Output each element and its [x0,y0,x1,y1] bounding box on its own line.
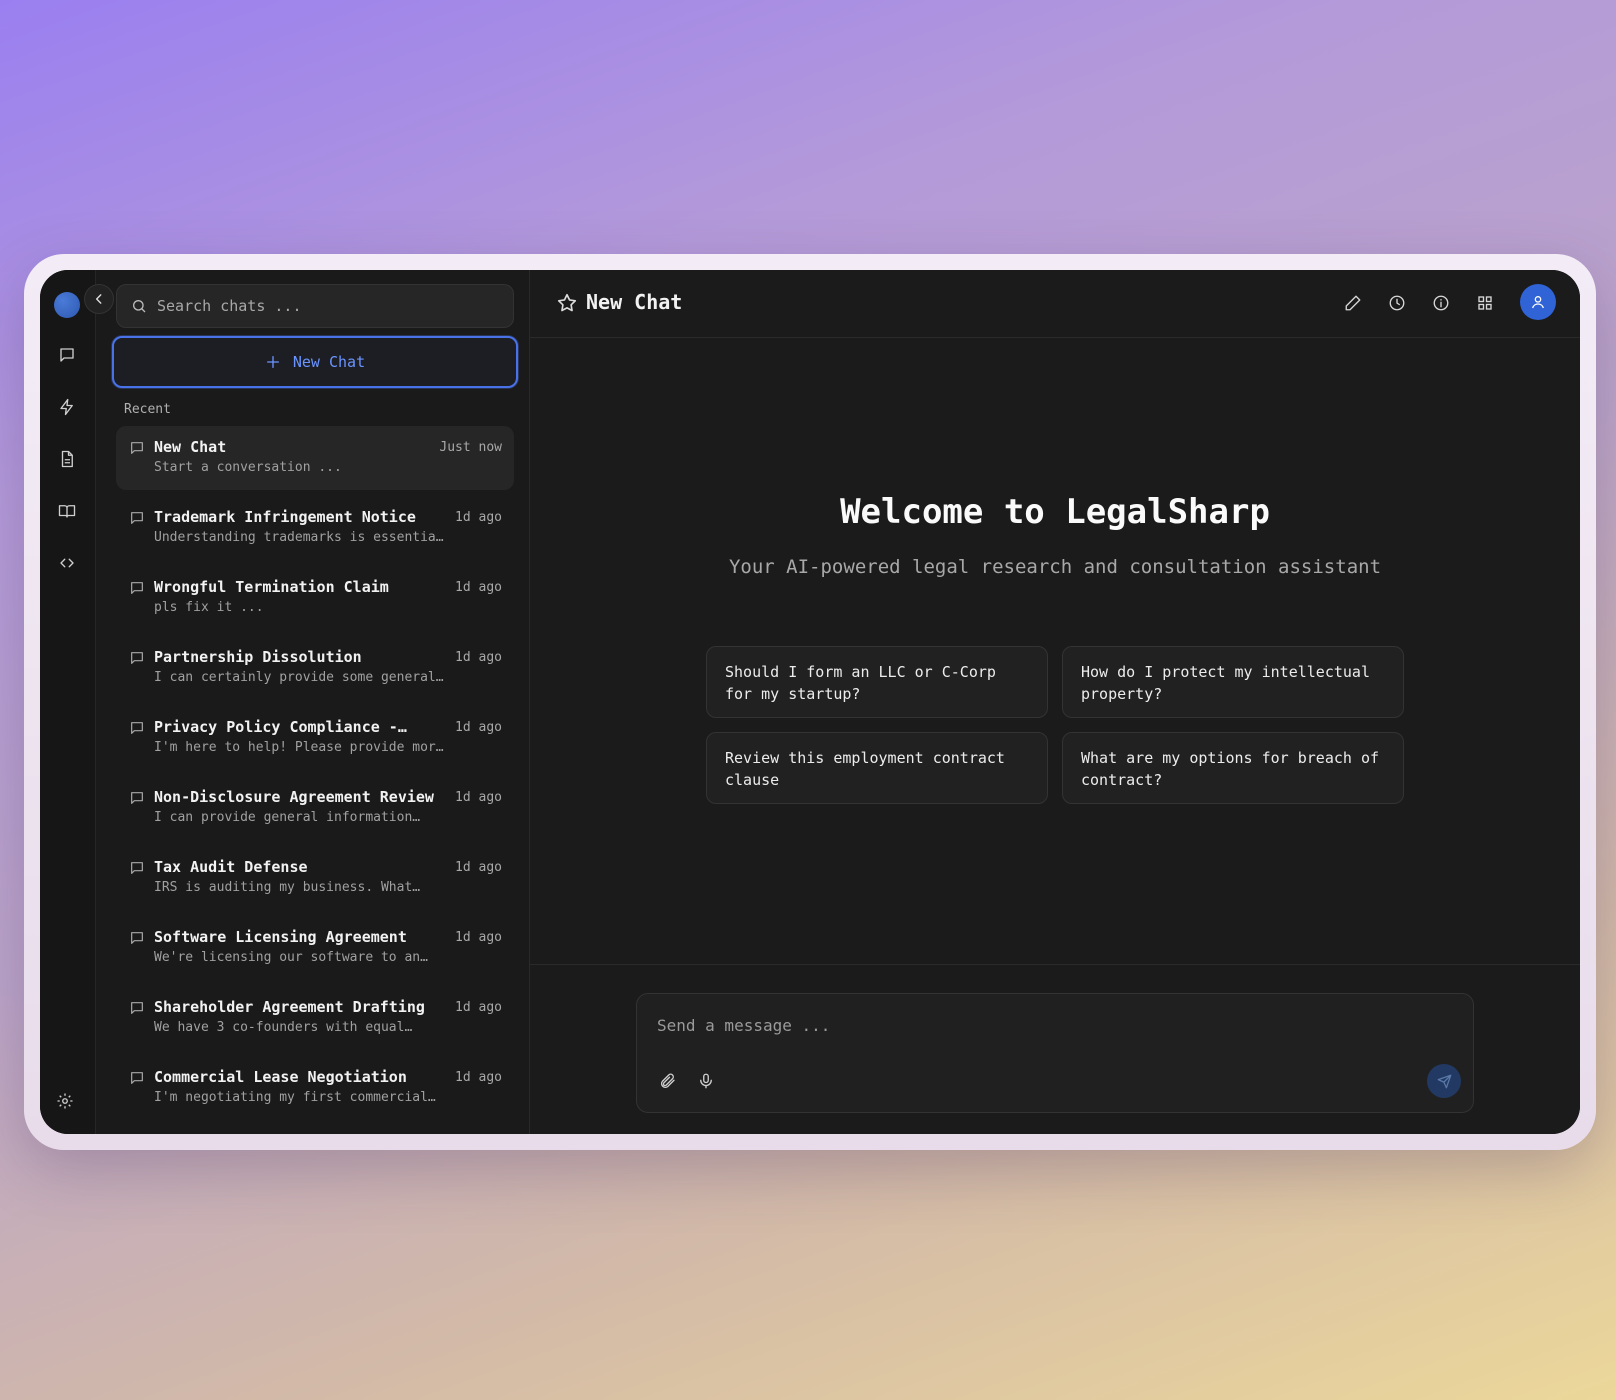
chat-sidebar: New Chat Recent New Chat Start a conversa… [84,270,530,1134]
send-button[interactable] [1427,1064,1461,1098]
chat-preview: I'm negotiating my first commercial… [154,1090,436,1105]
chat-title: Non-Disclosure Agreement Review [154,788,434,806]
grid-icon[interactable] [1474,292,1496,314]
chat-list-item[interactable]: New Chat Start a conversation ... Just now [116,426,514,490]
send-icon [1437,1074,1451,1088]
chat-bubble-icon [131,582,143,594]
new-chat-button[interactable]: New Chat [112,336,518,388]
chat-timestamp: 1d ago [455,1000,502,1015]
chevron-left-icon [95,294,102,304]
suggestion-card[interactable]: How do I protect my intellectual propert… [1062,646,1404,718]
chat-timestamp: 1d ago [455,580,502,595]
chat-bubble-icon [131,932,143,944]
app-window: New Chat Recent New Chat Start a conversa… [40,270,1580,1134]
suggestion-card[interactable]: What are my options for breach of contra… [1062,732,1404,804]
chat-preview: I can provide general information… [154,810,421,825]
chat-list-item[interactable]: Privacy Policy Compliance -… I'm here to … [116,706,514,770]
search-input[interactable] [157,297,497,315]
welcome-tagline: Your AI-powered legal research and consu… [728,556,1382,578]
top-bar: New Chat [530,270,1580,338]
chat-title: Partnership Dissolution [154,648,362,666]
chat-bubble-icon [131,722,143,734]
chat-list-item[interactable]: Commercial Lease Negotiation I'm negotiat… [116,1056,514,1120]
chat-list-item[interactable]: Software Licensing Agreement We're licens… [116,916,514,980]
chat-list-item[interactable]: Tax Audit Defense IRS is auditing my busi… [116,846,514,910]
chat-icon[interactable] [56,344,78,366]
chat-title: Commercial Lease Negotiation [154,1068,407,1086]
chat-timestamp: 1d ago [455,930,502,945]
clock-icon[interactable] [1386,292,1408,314]
chat-timestamp: 1d ago [455,790,502,805]
pencil-icon[interactable] [1342,292,1364,314]
chat-list-item[interactable]: Partnership Dissolution I can certainly p… [116,636,514,700]
microphone-icon[interactable] [695,1070,717,1092]
chat-preview: We're licensing our software to an… [154,950,428,965]
chat-bubble-icon [131,1072,143,1084]
chat-title: Software Licensing Agreement [154,928,407,946]
chat-timestamp: 1d ago [455,650,502,665]
collapse-sidebar-button[interactable] [84,284,114,314]
chat-title: Privacy Policy Compliance -… [154,718,407,736]
book-icon[interactable] [56,500,78,522]
chat-bubble-icon [131,442,143,454]
chat-list: New Chat Start a conversation ... Just now… [116,426,514,1126]
chat-bubble-icon [131,1002,143,1014]
chat-bubble-icon [131,792,143,804]
suggestion-grid: Should I form an LLC or C-Corp for my st… [706,646,1406,804]
chat-preview: Start a conversation ... [154,460,342,475]
chat-preview: IRS is auditing my business. What… [154,880,421,895]
star-icon[interactable] [556,292,578,314]
chat-title: Trademark Infringement Notice [154,508,416,526]
chat-bubble-icon [131,512,143,524]
welcome-heading: Welcome to LegalSharp [840,492,1270,532]
chat-preview: I can certainly provide some general… [154,670,444,685]
chat-preview: I'm here to help! Please provide mor… [154,740,444,755]
composer-area [530,964,1580,1134]
chat-timestamp: 1d ago [455,510,502,525]
main-panel: New Chat Welcome to LegalSharp Your AI-p… [530,270,1580,1134]
chat-timestamp: 1d ago [455,720,502,735]
user-icon [1532,296,1544,309]
chat-title: Tax Audit Defense [154,858,308,876]
chat-bubble-icon [131,862,143,874]
bolt-icon[interactable] [56,396,78,418]
new-chat-label: New Chat [292,353,366,371]
plus-icon [266,356,279,368]
info-icon[interactable] [1430,292,1452,314]
page-title: New Chat [586,290,683,314]
chat-list-item[interactable]: Trademark Infringement Notice Understandi… [116,496,514,560]
gear-icon[interactable] [54,1090,76,1112]
search-box [116,284,514,328]
paperclip-icon[interactable] [657,1070,679,1092]
search-icon [133,300,146,313]
app-logo [54,292,80,318]
chat-list-item[interactable]: Wrongful Termination Claim pls fix it ...… [116,566,514,630]
chat-timestamp: 1d ago [455,1070,502,1085]
suggestion-card[interactable]: Should I form an LLC or C-Corp for my st… [706,646,1048,718]
chat-title: Shareholder Agreement Drafting [154,998,425,1016]
icon-rail [40,270,96,1134]
document-icon[interactable] [56,448,78,470]
chat-title: New Chat [154,438,227,456]
chat-preview: pls fix it ... [154,600,264,615]
chat-bubble-icon [131,652,143,664]
chat-list-item[interactable]: Non-Disclosure Agreement Review I can pro… [116,776,514,840]
chat-preview: Understanding trademarks is essentia… [154,530,444,545]
suggestion-card[interactable]: Review this employment contract clause [706,732,1048,804]
message-composer [636,993,1474,1113]
chat-preview: We have 3 co-founders with equal… [154,1020,413,1035]
chat-title: Wrongful Termination Claim [154,578,389,596]
code-icon[interactable] [56,552,78,574]
chat-list-item[interactable]: Shareholder Agreement Drafting We have 3 … [116,986,514,1050]
recent-section-label: Recent [124,402,171,417]
user-avatar[interactable] [1520,284,1556,320]
chat-timestamp: Just now [439,440,502,455]
chat-timestamp: 1d ago [455,860,502,875]
message-input[interactable] [657,1016,1437,1046]
